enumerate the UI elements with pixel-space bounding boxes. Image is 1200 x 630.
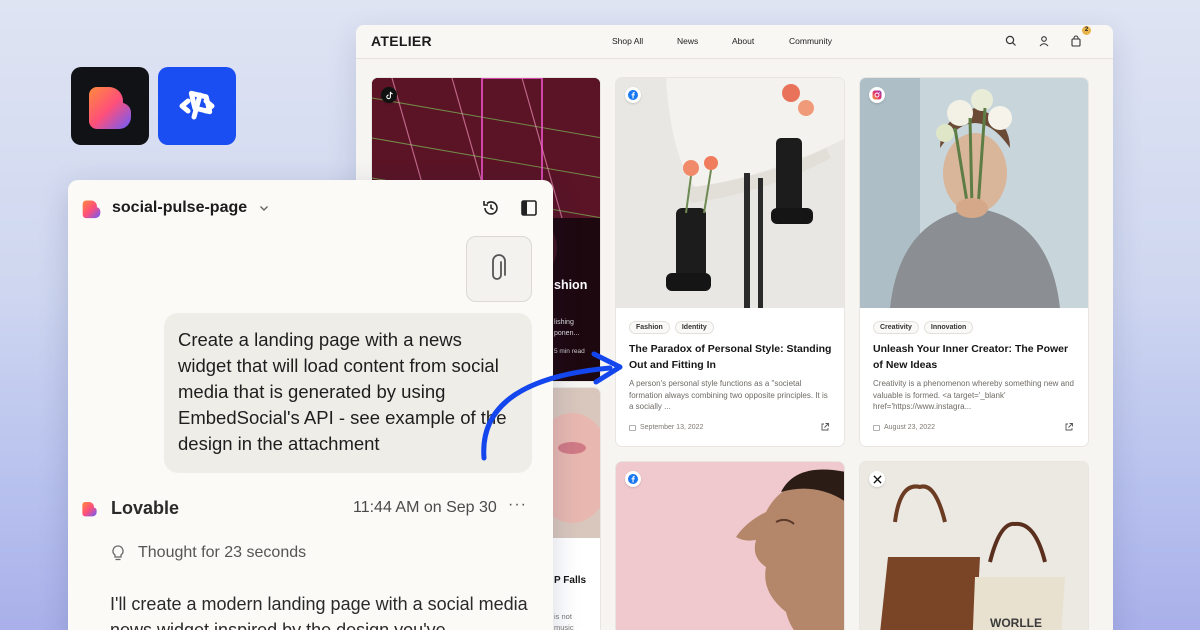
card-image-profile: [616, 462, 844, 630]
cart-count-badge: 2: [1082, 26, 1091, 35]
calendar-icon: [629, 424, 636, 431]
embedsocial-app-logo: [158, 67, 236, 145]
card-title[interactable]: The Paradox of Personal Style: Standing …: [629, 341, 834, 373]
embedsocial-mark-icon: [179, 90, 215, 120]
message-timestamp: 11:44 AM on Sep 30: [353, 499, 497, 516]
nav-community[interactable]: Community: [789, 36, 832, 46]
site-brand[interactable]: ATELIER: [371, 33, 432, 49]
facebook-badge: [625, 87, 641, 103]
external-link-icon[interactable]: [820, 422, 830, 432]
instagram-badge: [869, 87, 885, 103]
x-icon: [872, 474, 882, 484]
facebook-badge: [625, 471, 641, 487]
history-icon[interactable]: [481, 198, 501, 218]
news-card-x[interactable]: WORLLE: [859, 461, 1089, 630]
user-icon[interactable]: [1037, 34, 1051, 48]
card-excerpt: A person's personal style functions as a…: [629, 379, 828, 411]
tiktok-badge: [381, 87, 397, 103]
search-icon[interactable]: [1004, 34, 1018, 48]
card-image-flowers: [860, 78, 1088, 308]
more-options-button[interactable]: ···: [508, 496, 527, 514]
tag-creativity[interactable]: Creativity: [873, 321, 919, 334]
card-image-tote-bags: WORLLE: [860, 462, 1088, 630]
instagram-icon: [872, 90, 882, 100]
facebook-icon: [628, 474, 638, 484]
news-card-facebook-2[interactable]: [615, 461, 845, 630]
tiktok-icon: [385, 91, 393, 99]
tag-fashion[interactable]: Fashion: [629, 321, 670, 334]
sidebar-toggle-icon[interactable]: [520, 199, 538, 217]
card-tags: Creativity Innovation: [873, 321, 974, 334]
card-partial-excerpt-1: lishing: [554, 319, 574, 326]
card-image-boots: [616, 78, 844, 308]
curved-arrow: [481, 351, 623, 461]
attachment-thumbnail[interactable]: [466, 236, 532, 302]
card-partial-excerpt-2: ponen...: [554, 330, 580, 337]
card-excerpt: Creativity is a phenomenon whereby somet…: [873, 379, 1075, 411]
card-date: August 23, 2022: [873, 424, 935, 431]
card-title[interactable]: Unleash Your Inner Creator: The Power of…: [873, 341, 1078, 373]
cart-icon[interactable]: [1069, 34, 1083, 48]
card-partial-excerpt-2: music: [554, 623, 574, 630]
nav-news[interactable]: News: [677, 36, 698, 46]
news-card-instagram[interactable]: Creativity Innovation Unleash Your Inner…: [859, 77, 1089, 447]
lovable-heart-icon: [82, 200, 101, 219]
facebook-icon: [628, 90, 638, 100]
nav-shop-all[interactable]: Shop All: [612, 36, 643, 46]
lovable-heart-icon: [82, 502, 97, 517]
card-date-text: September 13, 2022: [640, 424, 704, 431]
tag-identity[interactable]: Identity: [674, 321, 714, 334]
lovable-app-logo: [71, 67, 149, 145]
svg-text:WORLLE: WORLLE: [990, 616, 1042, 630]
project-name[interactable]: social-pulse-page: [112, 199, 247, 217]
assistant-response-text: I'll create a modern landing page with a…: [110, 594, 528, 630]
card-partial-title: shion: [554, 278, 588, 292]
thought-duration[interactable]: Thought for 23 seconds: [138, 544, 306, 562]
lightbulb-icon: [112, 545, 124, 561]
lovable-heart-icon: [89, 87, 132, 129]
chevron-down-icon[interactable]: [258, 202, 270, 214]
x-badge: [869, 471, 885, 487]
card-partial-excerpt-1: is not: [554, 612, 572, 621]
card-date: September 13, 2022: [629, 424, 703, 431]
assistant-name: Lovable: [111, 498, 180, 518]
nav-about[interactable]: About: [732, 36, 754, 46]
card-partial-title: P Falls: [554, 575, 587, 586]
tag-innovation[interactable]: Innovation: [923, 321, 974, 334]
paperclip-icon: [492, 254, 506, 280]
external-link-icon[interactable]: [1064, 422, 1074, 432]
calendar-icon: [873, 424, 880, 431]
news-card-facebook[interactable]: Fashion Identity The Paradox of Personal…: [615, 77, 845, 447]
card-date-text: August 23, 2022: [884, 424, 935, 431]
card-tags: Fashion Identity: [629, 321, 714, 334]
site-header: ATELIER Shop All News About Community 2: [356, 25, 1113, 59]
